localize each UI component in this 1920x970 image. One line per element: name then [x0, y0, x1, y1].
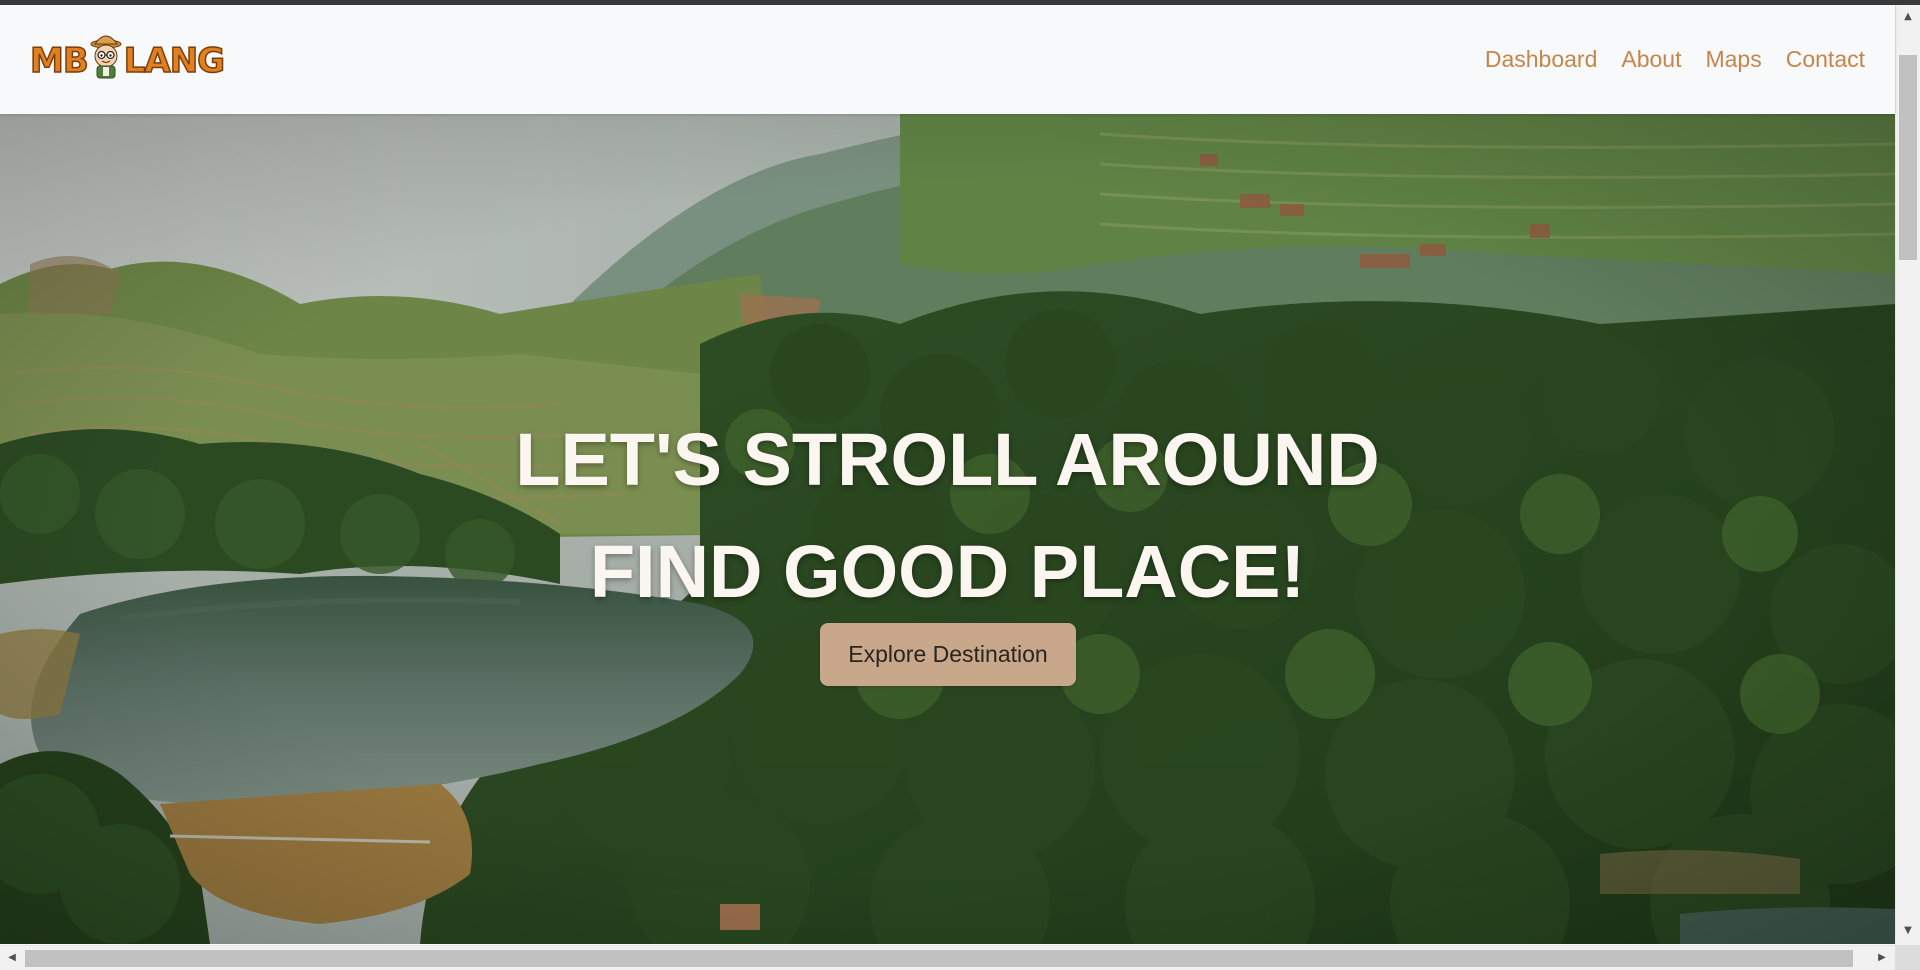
- horizontal-scrollbar[interactable]: ◀ ▶: [0, 945, 1895, 970]
- nav-link-about[interactable]: About: [1621, 46, 1681, 73]
- logo-text-right: LANG: [123, 40, 226, 82]
- nav-link-contact[interactable]: Contact: [1786, 46, 1865, 73]
- hero-section: LET'S STROLL AROUND FIND GOOD PLACE! Exp…: [0, 114, 1895, 944]
- scroll-right-icon[interactable]: ▶: [1872, 950, 1892, 966]
- nav-link-dashboard[interactable]: Dashboard: [1485, 46, 1598, 73]
- horizontal-scroll-thumb[interactable]: [25, 950, 1853, 967]
- main-nav: Dashboard About Maps Contact: [1461, 5, 1865, 114]
- navbar: MB LANG Dashboard About Maps Contact: [0, 5, 1895, 114]
- vertical-scroll-thumb[interactable]: [1899, 55, 1917, 260]
- hero-title: LET'S STROLL AROUND FIND GOOD PLACE!: [0, 404, 1895, 628]
- vertical-scrollbar[interactable]: ▲ ▼: [1895, 5, 1920, 945]
- explore-destination-button[interactable]: Explore Destination: [820, 623, 1076, 686]
- scrollbar-corner: [1895, 945, 1920, 970]
- mascot-icon: [90, 35, 122, 79]
- hero-title-line-1: LET'S STROLL AROUND: [515, 418, 1380, 501]
- scroll-down-icon[interactable]: ▼: [1898, 923, 1918, 939]
- nav-link-maps[interactable]: Maps: [1705, 46, 1761, 73]
- brand-logo[interactable]: MB LANG: [29, 33, 235, 89]
- scroll-left-icon[interactable]: ◀: [2, 950, 22, 966]
- scroll-up-icon[interactable]: ▲: [1898, 9, 1918, 25]
- browser-page: MB LANG Dashboard About Maps Contact LET…: [0, 0, 1920, 970]
- logo-wordmark: MB LANG: [29, 35, 226, 86]
- hero-title-line-2: FIND GOOD PLACE!: [589, 530, 1306, 613]
- logo-text-left: MB: [29, 40, 89, 82]
